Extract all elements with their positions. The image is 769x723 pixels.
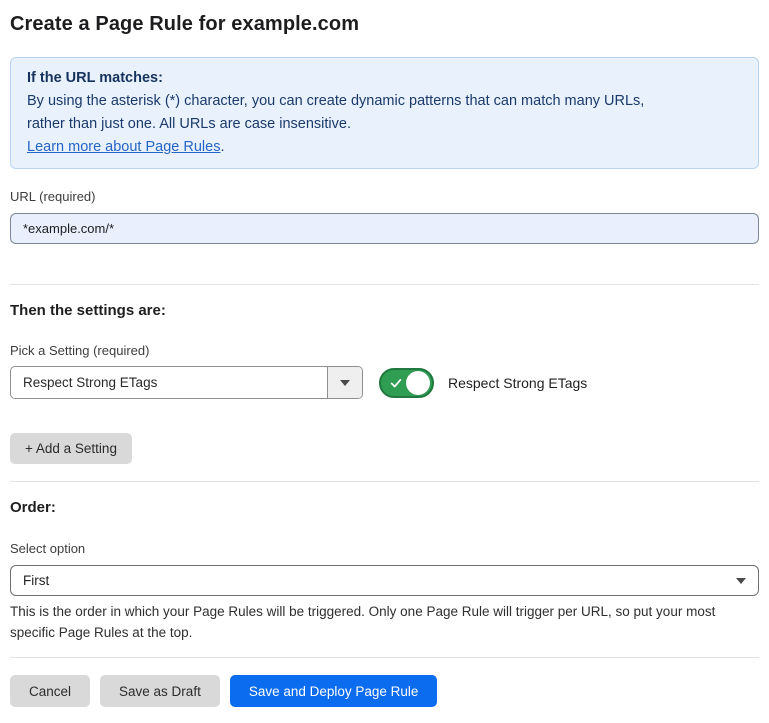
save-deploy-button[interactable]: Save and Deploy Page Rule: [230, 675, 438, 707]
page-title: Create a Page Rule for example.com: [10, 12, 759, 36]
setting-select-caret-box[interactable]: [327, 367, 362, 398]
setting-select[interactable]: Respect Strong ETags: [10, 366, 363, 399]
url-label: URL (required): [10, 189, 759, 205]
info-banner-heading: If the URL matches:: [27, 67, 742, 90]
page-rule-form: Create a Page Rule for example.com If th…: [0, 0, 769, 723]
info-banner-body-line: rather than just one. All URLs are case …: [27, 113, 742, 136]
settings-heading: Then the settings are:: [10, 302, 759, 320]
setting-select-value: Respect Strong ETags: [11, 367, 327, 398]
order-heading: Order:: [10, 499, 759, 517]
add-setting-button[interactable]: + Add a Setting: [10, 433, 132, 464]
etags-toggle[interactable]: [379, 368, 434, 398]
order-select-value: First: [23, 573, 49, 588]
caret-down-icon: [340, 380, 350, 386]
form-actions: Cancel Save as Draft Save and Deploy Pag…: [10, 675, 759, 707]
info-banner-body-line: By using the asterisk (*) character, you…: [27, 90, 742, 113]
order-select-label: Select option: [10, 541, 759, 557]
toggle-knob[interactable]: [406, 371, 430, 395]
chevron-down-icon: [736, 578, 746, 584]
section-divider: [10, 481, 759, 482]
setting-row: Respect Strong ETags Respect Strong ETag…: [10, 366, 759, 399]
order-select[interactable]: First: [10, 565, 759, 596]
cancel-button[interactable]: Cancel: [10, 675, 90, 707]
etags-toggle-group: Respect Strong ETags: [379, 368, 587, 398]
section-divider: [10, 657, 759, 658]
check-icon: [389, 376, 403, 390]
section-divider: [10, 284, 759, 285]
info-banner-link-line: Learn more about Page Rules.: [27, 136, 742, 159]
etags-toggle-label: Respect Strong ETags: [448, 375, 587, 391]
link-suffix: .: [220, 139, 224, 155]
order-help-text: This is the order in which your Page Rul…: [10, 601, 745, 643]
url-input[interactable]: [10, 213, 759, 244]
learn-more-link[interactable]: Learn more about Page Rules: [27, 139, 220, 155]
setting-picker-label: Pick a Setting (required): [10, 343, 759, 359]
info-banner: If the URL matches: By using the asteris…: [10, 57, 759, 169]
save-draft-button[interactable]: Save as Draft: [100, 675, 220, 707]
